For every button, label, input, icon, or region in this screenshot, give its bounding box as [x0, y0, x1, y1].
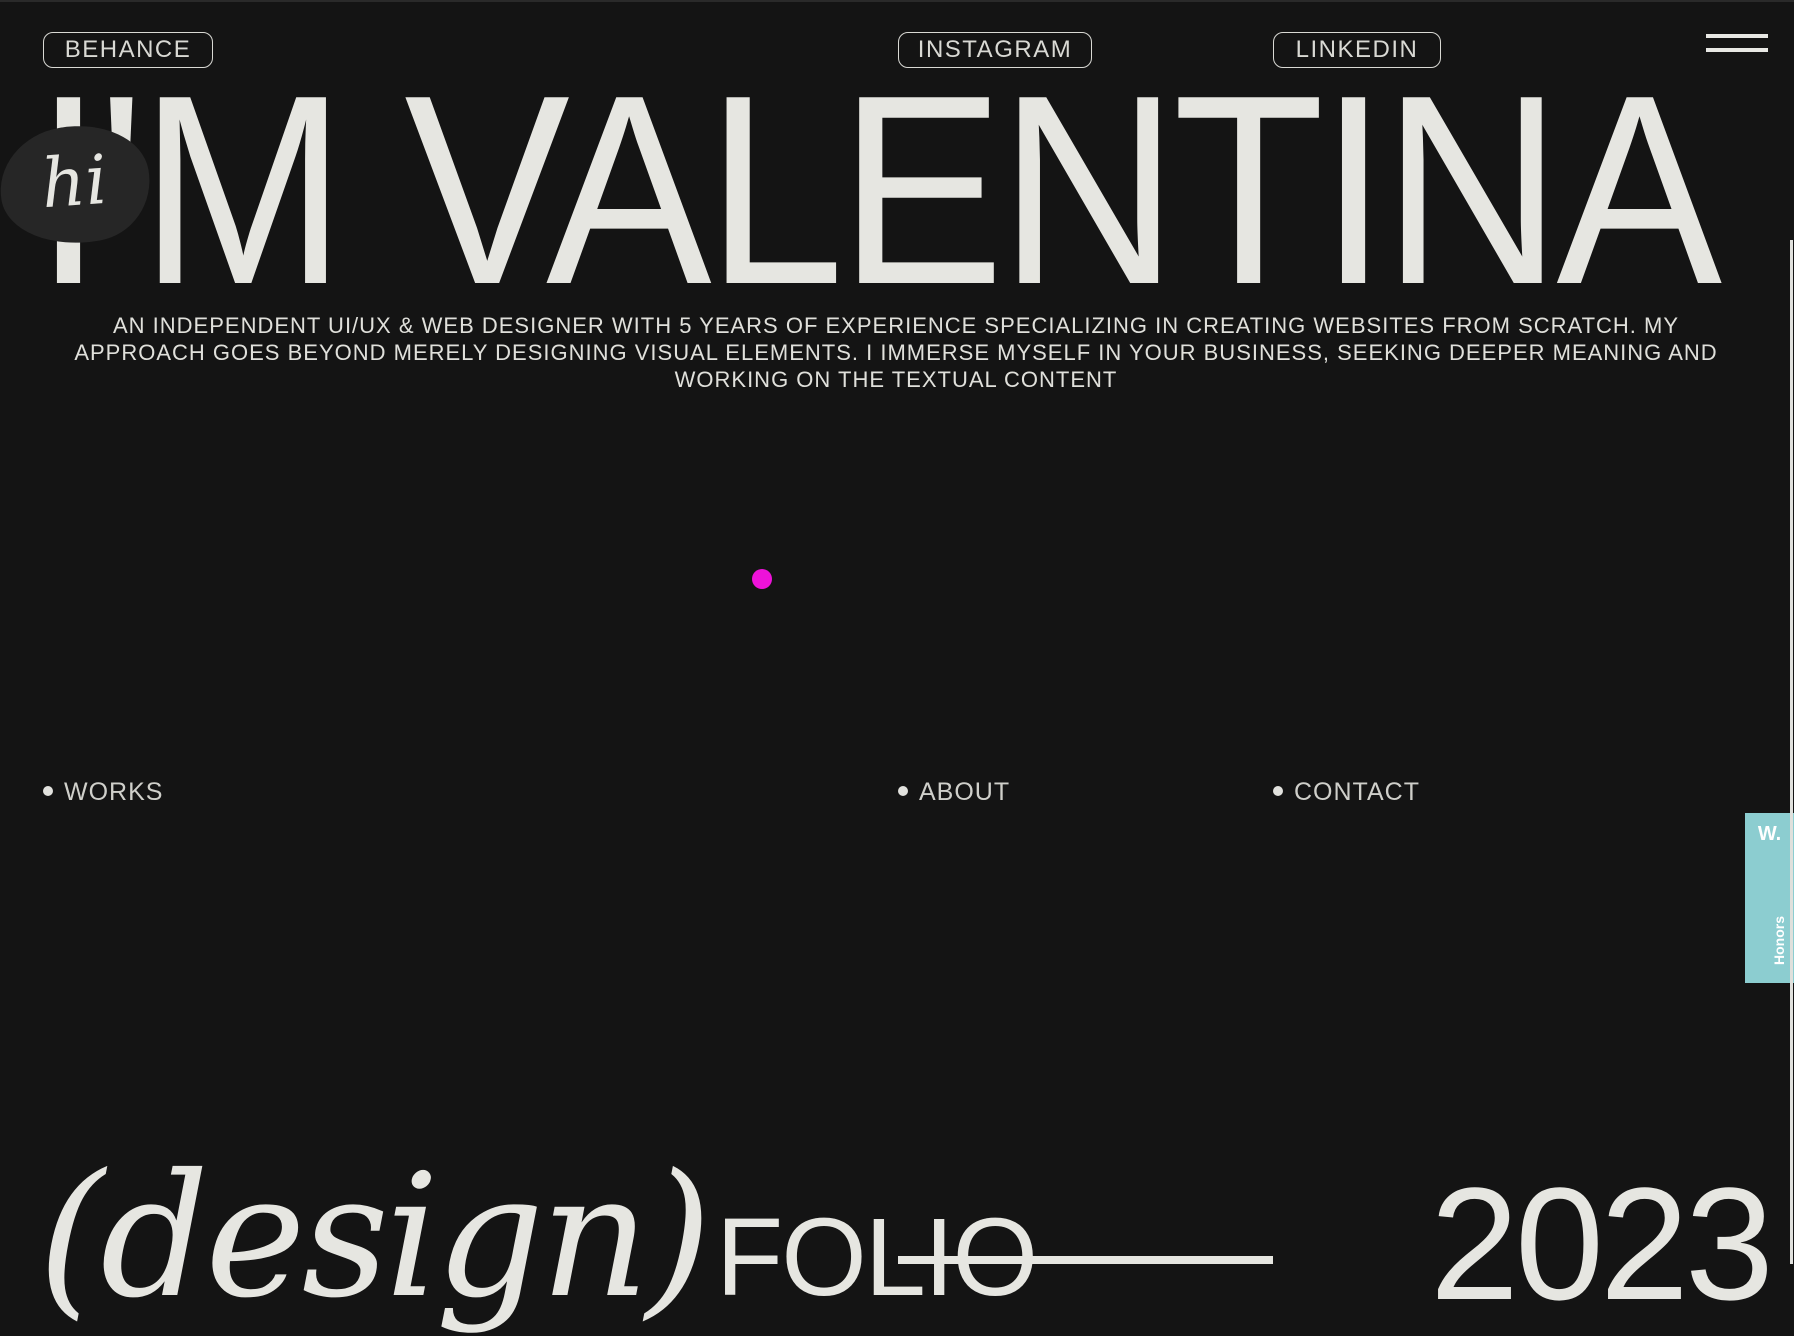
nav-about-label: ABOUT	[919, 778, 1011, 806]
top-border	[0, 0, 1794, 2]
year-label: 2023	[1430, 1154, 1774, 1333]
honors-mark: W.	[1757, 823, 1782, 845]
nav-contact[interactable]: CONTACT	[1273, 778, 1420, 807]
nav-about[interactable]: ABOUT	[898, 778, 1010, 807]
nav-contact-label: CONTACT	[1294, 778, 1420, 806]
menu-line-top	[1706, 34, 1768, 38]
bullet-icon	[898, 785, 908, 796]
honors-label: Honors	[1771, 916, 1787, 965]
cursor-dot	[752, 569, 772, 589]
honors-badge[interactable]: W. Honors	[1745, 813, 1794, 983]
intro-text: AN INDEPENDENT UI/UX & WEB DESIGNER WITH…	[74, 313, 1718, 392]
nav-works[interactable]: WORKS	[43, 778, 163, 807]
hi-badge-text: hi	[39, 140, 110, 224]
bullet-icon	[1273, 785, 1283, 796]
section-bar	[898, 1256, 1273, 1264]
bullet-icon	[43, 785, 53, 796]
portfolio-heading: (design)FOLIO	[38, 1152, 1038, 1322]
design-word: (design)	[38, 1138, 712, 1336]
hero-title: I'M VALENTINA	[34, 40, 1722, 341]
nav-works-label: WORKS	[64, 778, 164, 806]
scrollbar[interactable]	[1790, 240, 1793, 1264]
